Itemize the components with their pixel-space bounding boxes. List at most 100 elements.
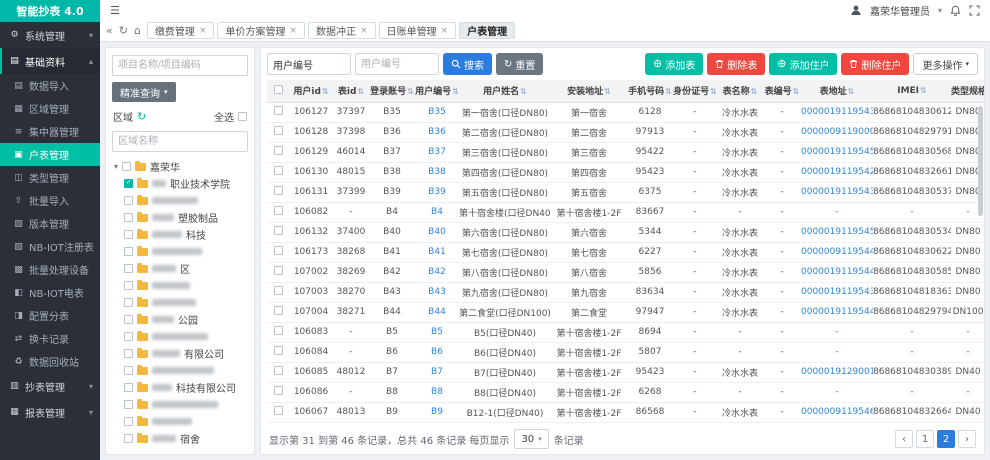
row-checkbox[interactable] [274,266,283,275]
sidebar-item-version-management[interactable]: ▧版本管理 [0,212,100,235]
table-row[interactable]: 106083-B5B5B5(口径DN40)第十宿舍楼1-2F8694------ [267,322,984,342]
tree-node[interactable] [112,192,248,209]
expander-icon[interactable]: ▾ [114,162,118,171]
tree-checkbox[interactable] [124,179,133,188]
tree-checkbox[interactable] [122,162,131,171]
table-row[interactable]: 10612946014B37B37第三宿舍(口径DN80)第三宿舍95422-冷… [267,142,984,162]
cell[interactable]: 00000191195449 [801,262,873,282]
cell[interactable]: 00000191195450 [801,222,873,242]
cell[interactable]: B37 [415,142,459,162]
cell[interactable]: 00000191195430 [801,102,873,122]
fullscreen-icon[interactable] [969,5,980,16]
cell[interactable]: B40 [415,222,459,242]
cell[interactable]: B6 [415,342,459,362]
table-scrollbar[interactable] [978,106,983,216]
close-icon[interactable]: × [289,26,297,36]
sidebar-item-area-management[interactable]: ▦区域管理 [0,97,100,120]
row-checkbox[interactable] [274,326,283,335]
cell[interactable]: B42 [415,262,459,282]
sort-icon[interactable]: ⇅ [407,87,414,96]
tree-node[interactable]: 宿舍 [112,430,248,447]
tab-price-plan-management[interactable]: 单价方案管理× [217,22,305,39]
row-checkbox[interactable] [274,246,283,255]
tree-node[interactable] [112,362,248,379]
tree-checkbox[interactable] [124,417,133,426]
cell[interactable]: 00000091190000 [801,122,873,142]
table-row[interactable]: 10612837398B36B36第二宿舍(口径DN80)第二宿舍97913-冷… [267,122,984,142]
tree-node[interactable] [112,243,248,260]
table-row[interactable]: 10700438271B44B44第二食堂(口径DN100)第二食堂97947-… [267,302,984,322]
tree-node[interactable] [112,396,248,413]
cell[interactable]: 00000191290018 [801,362,873,382]
tree-node[interactable]: 有限公司 [112,345,248,362]
tree-checkbox[interactable] [124,315,133,324]
cell[interactable]: B8 [415,382,459,402]
table-row[interactable]: 106084-B6B6B6(口径DN40)第十宿舍楼1-2F5807------ [267,342,984,362]
cell[interactable]: - [801,342,873,362]
sidebar-section-meter-reading-management[interactable]: ▥抄表管理▾ [0,373,100,399]
row-checkbox[interactable] [274,126,283,135]
tree-node[interactable]: 区 [112,260,248,277]
delete-resident-button[interactable]: 删除住户 [841,53,909,75]
sidebar-section-system-management[interactable]: ⚙系统管理▾ [0,22,100,48]
tree-checkbox[interactable] [124,264,133,273]
tree-node[interactable]: 职业技术学院 [112,175,248,192]
sort-icon[interactable]: ⇅ [357,87,364,96]
cell[interactable]: - [801,202,873,222]
tree-node[interactable]: 公园 [112,311,248,328]
next-page-button[interactable]: › [958,430,976,448]
tree-node[interactable] [112,328,248,345]
refresh-tab-icon[interactable]: ↻ [119,24,128,37]
tab-daily-bill-management[interactable]: 日账单管理× [379,22,457,39]
table-row[interactable]: 10612737397B35B35第一宿舍(口径DN80)第一宿舍6128-冷水… [267,102,984,122]
refresh-area-icon[interactable]: ↻ [137,110,146,123]
cell[interactable]: B9 [415,402,459,422]
row-checkbox[interactable] [274,186,283,195]
table-row[interactable]: 10606748013B9B9B12-1(口径DN40)第十宿舍楼1-2F865… [267,402,984,422]
tree-checkbox[interactable] [124,247,133,256]
page-button-1[interactable]: 1 [916,430,934,448]
sort-icon[interactable]: ⇅ [848,87,855,96]
cell[interactable]: B5 [415,322,459,342]
row-checkbox[interactable] [274,386,283,395]
user-number-input[interactable] [355,53,439,75]
cell[interactable]: 00000091195461 [801,402,873,422]
tree-checkbox[interactable] [124,332,133,341]
chevron-down-icon[interactable]: ▾ [938,6,942,15]
tab-household-meter-management[interactable]: 户表管理 [459,22,515,39]
row-checkbox[interactable] [274,366,283,375]
table-row[interactable]: 10613237400B40B40第六宿舍(口径DN80)第六宿舍5344-冷水… [267,222,984,242]
tree-checkbox[interactable] [124,383,133,392]
row-checkbox[interactable] [274,146,283,155]
tree-node[interactable] [112,413,248,430]
sort-icon[interactable]: ⇅ [920,86,927,95]
sidebar-item-card-change-records[interactable]: ⇄换卡记录 [0,327,100,350]
cell[interactable]: B38 [415,162,459,182]
sidebar-item-concentrator-management[interactable]: ≡集中器管理 [0,120,100,143]
sidebar-item-batch-import[interactable]: ⇧批量导入 [0,189,100,212]
sidebar-item-household-meter-management[interactable]: ▣户表管理 [0,143,100,166]
cell[interactable]: 00000191195452 [801,142,873,162]
cell[interactable]: B41 [415,242,459,262]
user-name[interactable]: 嘉荣华管理员 [870,3,930,18]
tree-node[interactable] [112,294,248,311]
select-all-checkbox[interactable] [238,112,247,121]
tree-checkbox[interactable] [124,366,133,375]
cell[interactable]: - [801,322,873,342]
tree-node[interactable]: 科技有限公司 [112,379,248,396]
cell[interactable]: B44 [415,302,459,322]
sidebar-section-basic-data[interactable]: ▤基础资料▴ [0,48,100,74]
sidebar-item-batch-process-devices[interactable]: ▩批量处理设备 [0,258,100,281]
reset-button[interactable]: ↻ 重置 [496,53,543,75]
delete-meter-button[interactable]: 删除表 [707,53,765,75]
sidebar-item-data-recycle-bin[interactable]: ♻数据回收站 [0,350,100,373]
close-icon[interactable]: × [360,26,368,36]
sidebar-item-nbiot-registry[interactable]: ▨NB-IOT注册表 [0,235,100,258]
table-row[interactable]: 10617338268B41B41第七宿舍(口径DN80)第七宿舍6227-冷水… [267,242,984,262]
tree-checkbox[interactable] [124,230,133,239]
sort-icon[interactable]: ⇅ [710,87,717,96]
tree-node[interactable]: ▾嘉荣华 [112,158,248,175]
cell[interactable]: B36 [415,122,459,142]
notification-bell-icon[interactable] [950,5,961,16]
cell[interactable]: B7 [415,362,459,382]
